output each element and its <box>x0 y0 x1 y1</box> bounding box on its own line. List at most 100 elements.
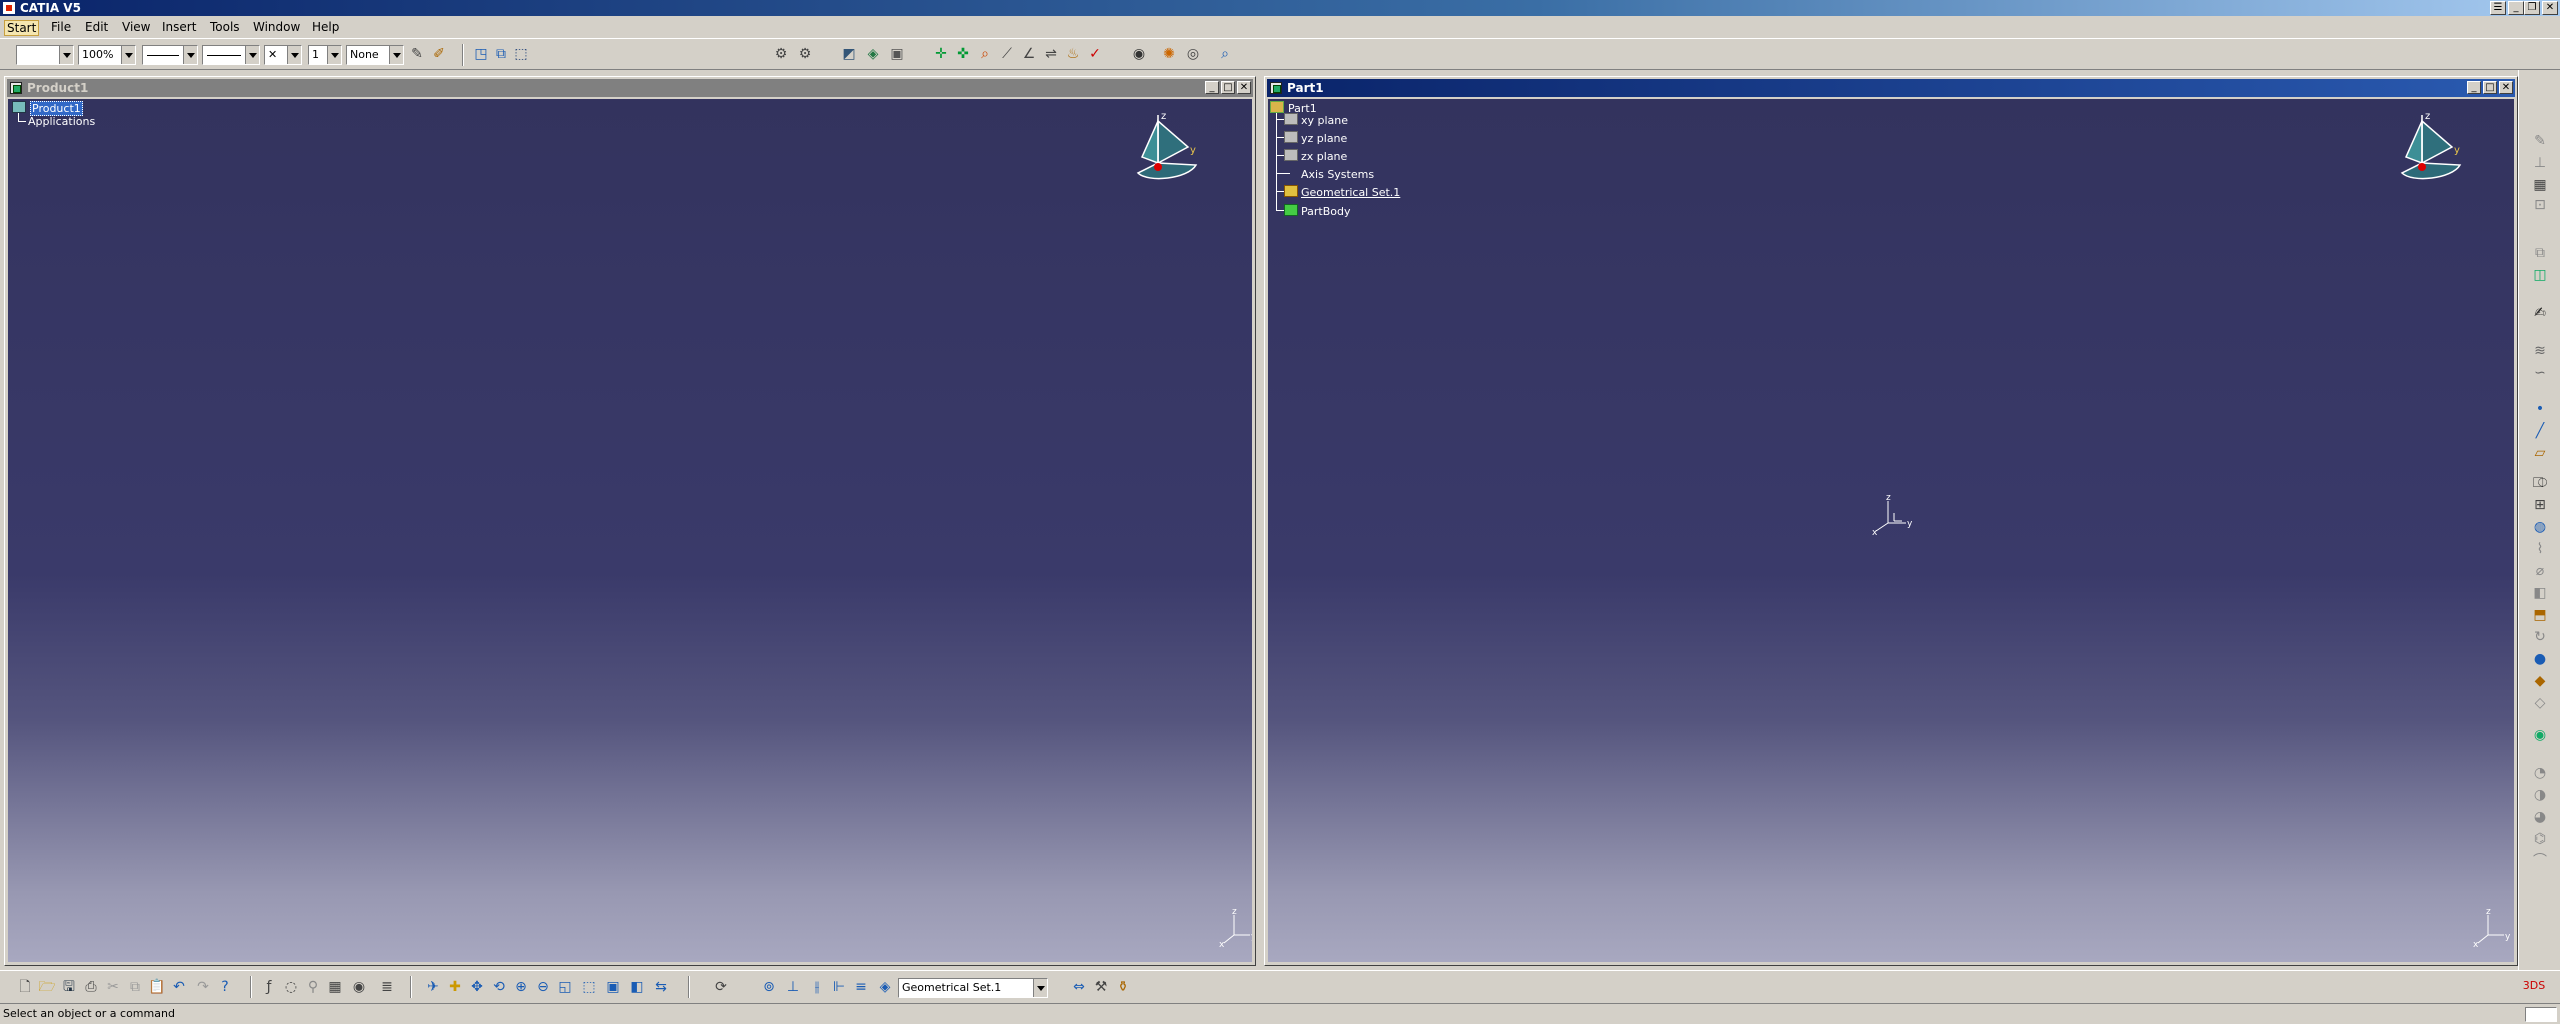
render-icon[interactable]: ✺ <box>1160 45 1178 63</box>
tree-node-geometrical-set[interactable]: Geometrical Set.1 <box>1301 186 1400 199</box>
snap-icon[interactable]: ⊡ <box>2531 196 2549 214</box>
update-icon[interactable]: ⟳ <box>712 978 730 996</box>
minimize-button[interactable]: _ <box>2508 1 2524 15</box>
tree-node-partbody[interactable]: PartBody <box>1301 205 1350 218</box>
formula-icon[interactable]: ƒ <box>260 978 278 996</box>
fillet-icon[interactable]: ⌒ <box>2531 852 2549 870</box>
revolve-icon[interactable]: ↻ <box>2531 628 2549 646</box>
hide-show-icon[interactable]: ◧ <box>628 978 646 996</box>
gear-snap-icon[interactable]: ⚙ <box>796 45 814 63</box>
thickness-combo[interactable]: 1 <box>308 45 342 65</box>
sketcher-icon[interactable]: ✍ <box>2531 304 2549 322</box>
layers-icon[interactable]: ≡ <box>852 978 870 996</box>
compass-icon[interactable]: z y <box>2392 111 2472 211</box>
table-icon[interactable]: ▦ <box>326 978 344 996</box>
fit-all-icon[interactable]: ✚ <box>446 978 464 996</box>
color-combo[interactable] <box>16 45 74 65</box>
open-file-icon[interactable]: 🗁 <box>38 978 56 996</box>
select-icon[interactable]: ◳ <box>472 45 490 63</box>
trim-icon[interactable]: ◑ <box>2531 786 2549 804</box>
fly-mode-icon[interactable]: ◩ <box>840 45 858 63</box>
tools-icon[interactable]: ⚒ <box>1092 978 1110 996</box>
menu-start[interactable]: Start <box>4 20 40 36</box>
layer-combo[interactable]: None <box>346 45 404 65</box>
geometry-set-icon[interactable]: ⊩ <box>830 978 848 996</box>
product-root-label[interactable]: Product1 <box>30 101 83 116</box>
pan-icon[interactable]: ✥ <box>468 978 486 996</box>
hybrid-body-icon[interactable]: ⫲ <box>808 978 826 996</box>
product-minimize-button[interactable]: _ <box>1205 81 1219 94</box>
point-symbol-combo[interactable]: ✕ <box>264 45 302 65</box>
part-viewport[interactable]: Part1 xy plane yz plane zx plane Axis Sy… <box>1268 99 2514 962</box>
fly-icon[interactable]: ✈ <box>424 978 442 996</box>
rule-icon[interactable]: ⚲ <box>304 978 322 996</box>
zoom-icon[interactable]: ⌕ <box>976 45 994 63</box>
join-icon[interactable]: ◉ <box>2531 726 2549 744</box>
save-icon[interactable]: 🖫 <box>60 978 78 996</box>
tree-node-axis-systems[interactable]: Axis Systems <box>1301 168 1374 181</box>
undo-icon[interactable]: ↶ <box>170 978 188 996</box>
tree-node-zx-plane[interactable]: zx plane <box>1301 150 1347 163</box>
projection-icon[interactable]: ⎄ <box>2531 474 2549 492</box>
compass-snap-icon[interactable]: ⚙ <box>772 45 790 63</box>
product-maximize-button[interactable]: □ <box>1221 81 1235 94</box>
painter-icon[interactable]: ✎ <box>408 45 426 63</box>
swap-space-icon[interactable]: ⇆ <box>652 978 670 996</box>
zoom-out-icon[interactable]: ⊖ <box>534 978 552 996</box>
origin-axis-icon[interactable]: z y x <box>1872 493 1916 537</box>
measure-icon[interactable]: ⟋ <box>998 45 1016 63</box>
trap-icon[interactable]: ⬚ <box>512 45 530 63</box>
part-close-button[interactable]: ✕ <box>2499 81 2513 94</box>
tree-node-xy-plane[interactable]: xy plane <box>1301 114 1348 127</box>
macro-icon[interactable]: ≣ <box>378 978 396 996</box>
extract-icon[interactable]: ⌬ <box>2531 830 2549 848</box>
pan-icon[interactable]: ✛ <box>932 45 950 63</box>
fill-icon[interactable]: ◆ <box>2531 672 2549 690</box>
copy-icon[interactable]: ⧉ <box>126 978 144 996</box>
linetype-combo[interactable] <box>142 45 198 65</box>
product-viewport[interactable]: Product1 Applications z y z y x <box>8 99 1252 962</box>
knowledge-icon[interactable]: ◉ <box>1130 45 1148 63</box>
line-icon[interactable]: ╱ <box>2531 422 2549 440</box>
point-icon[interactable]: • <box>2531 400 2549 418</box>
part-maximize-button[interactable]: □ <box>2483 81 2497 94</box>
spline-icon[interactable]: ⌇ <box>2531 540 2549 558</box>
text-icon[interactable]: ≋ <box>2531 342 2549 360</box>
transform-icon[interactable]: ◫ <box>2531 266 2549 284</box>
command-input[interactable] <box>2525 1007 2557 1022</box>
check-icon[interactable]: ✓ <box>1086 45 1104 63</box>
menu-window[interactable]: Window <box>251 20 302 34</box>
render-options-icon[interactable]: ◎ <box>1184 45 1202 63</box>
iso-view-icon[interactable]: ⬚ <box>580 978 598 996</box>
sphere-icon[interactable]: ● <box>2531 650 2549 668</box>
menu-insert[interactable]: Insert <box>160 20 198 34</box>
whats-this-icon[interactable]: ? <box>216 978 234 996</box>
surface-icon[interactable]: ◧ <box>2531 584 2549 602</box>
catia-app-icon[interactable] <box>2 1 16 15</box>
shading-icon[interactable]: ▣ <box>604 978 622 996</box>
paste-icon[interactable]: 📋 <box>148 978 166 996</box>
close-button[interactable]: ✕ <box>2542 1 2558 15</box>
menu-edit[interactable]: Edit <box>83 20 110 34</box>
plane-tool-icon[interactable]: ▱ <box>2531 444 2549 462</box>
menu-options-icon[interactable]: ☰ <box>2490 1 2506 15</box>
menu-help[interactable]: Help <box>310 20 341 34</box>
normal-view-icon[interactable]: ◈ <box>864 45 882 63</box>
rotate-icon[interactable]: ⟲ <box>490 978 508 996</box>
current-geometrical-set-select[interactable]: Geometrical Set.1 <box>898 978 1048 998</box>
define-work-object-icon[interactable]: ◈ <box>876 978 894 996</box>
applications-node[interactable]: Applications <box>28 115 95 128</box>
menu-view[interactable]: View <box>120 20 152 34</box>
brush-icon[interactable]: ✐ <box>430 45 448 63</box>
axis-system-icon[interactable]: ⊥ <box>784 978 802 996</box>
angle-icon[interactable]: ∠ <box>1020 45 1038 63</box>
curve-icon[interactable]: ∽ <box>2531 364 2549 382</box>
split-icon[interactable]: ◔ <box>2531 764 2549 782</box>
tree-node-yz-plane[interactable]: yz plane <box>1301 132 1347 145</box>
search-icon[interactable]: ⌕ <box>1216 45 1234 63</box>
menu-file[interactable]: File <box>49 20 73 34</box>
copy-icon[interactable]: ⧉ <box>2531 244 2549 262</box>
helix-icon[interactable]: ⌀ <box>2531 562 2549 580</box>
scale-icon[interactable]: ⇌ <box>1042 45 1060 63</box>
analysis-icon[interactable]: ♨ <box>1064 45 1082 63</box>
